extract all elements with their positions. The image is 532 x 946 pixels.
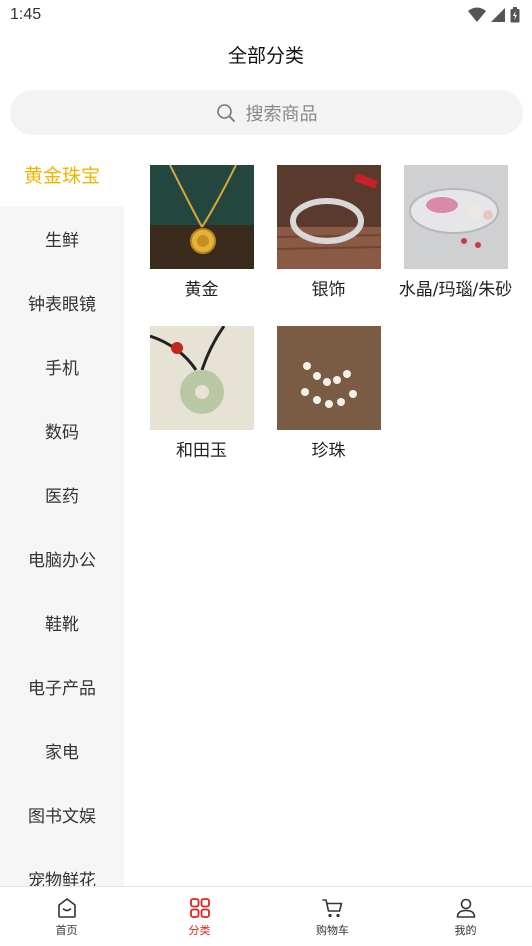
tab-label: 我的	[454, 923, 477, 937]
sidebar-item-shoes[interactable]: 鞋靴	[0, 590, 124, 654]
sidebar-item-gold-jewelry[interactable]: 黄金珠宝	[0, 142, 124, 206]
tab-category[interactable]: 分类	[133, 887, 266, 946]
status-icons	[468, 6, 520, 24]
subcategory-label: 珍珠	[311, 441, 346, 461]
page-title: 全部分类	[227, 44, 304, 67]
tab-cart[interactable]: 购物车	[266, 887, 399, 946]
tab-profile[interactable]: 我的	[399, 887, 532, 946]
profile-icon	[456, 898, 475, 918]
sidebar-item-label: 医药	[45, 486, 79, 507]
crystal-dish-image	[403, 165, 508, 269]
sidebar-item-label: 生鲜	[45, 230, 79, 251]
subcategory-label: 水晶/玛瑙/朱砂	[398, 280, 513, 300]
subcategory-silver[interactable]: 银饰	[265, 165, 392, 315]
tab-label: 分类	[188, 923, 211, 937]
subcategory-label: 银饰	[311, 280, 346, 300]
subcategory-hetian-jade[interactable]: 和田玉	[138, 326, 265, 476]
search-input[interactable]: 搜索商品	[10, 90, 523, 135]
sidebar-item-label: 手机	[45, 358, 79, 379]
wifi-icon	[468, 7, 486, 22]
tab-home[interactable]: 首页	[0, 887, 133, 946]
tab-label: 首页	[55, 923, 78, 937]
home-icon	[57, 897, 76, 918]
sidebar-item-label: 黄金珠宝	[23, 164, 100, 187]
gold-necklace-image	[149, 165, 254, 269]
subcategory-label: 黄金	[184, 280, 219, 300]
sidebar-item-label: 电子产品	[28, 678, 96, 699]
sidebar-item-digital[interactable]: 数码	[0, 398, 124, 462]
sidebar-item-books-media[interactable]: 图书文娱	[0, 782, 124, 846]
battery-icon	[510, 7, 520, 23]
subcategory-pearl[interactable]: 珍珠	[265, 326, 392, 476]
sidebar-item-label: 鞋靴	[45, 614, 79, 635]
sidebar-item-label: 数码	[45, 422, 79, 443]
cart-icon	[321, 898, 342, 917]
sidebar-item-label: 钟表眼镜	[28, 294, 96, 315]
status-bar: 1:45	[0, 0, 532, 30]
sidebar-item-label: 家电	[45, 742, 79, 763]
sidebar-item-medicine[interactable]: 医药	[0, 462, 124, 526]
subcategory-gold[interactable]: 黄金	[138, 165, 265, 315]
tab-label: 购物车	[316, 923, 349, 937]
title-bar: 全部分类	[0, 36, 532, 72]
sidebar-item-appliances[interactable]: 家电	[0, 718, 124, 782]
sidebar-item-phones[interactable]: 手机	[0, 334, 124, 398]
sidebar-item-watches-glasses[interactable]: 钟表眼镜	[0, 270, 124, 334]
silver-bracelet-image	[276, 165, 381, 269]
bottom-tab-bar: 首页 分类 购物车 我的	[0, 886, 532, 946]
category-content: 黄金 银饰 水晶/玛瑙/朱砂 和田玉 珍珠	[124, 142, 532, 886]
status-time: 1:45	[10, 6, 42, 23]
jade-pendant-image	[149, 326, 254, 430]
sidebar-item-label: 电脑办公	[28, 550, 96, 571]
sidebar-item-pets-flowers[interactable]: 宠物鲜花	[0, 846, 124, 887]
subcategory-crystal[interactable]: 水晶/玛瑙/朱砂	[392, 165, 519, 315]
search-placeholder: 搜索商品	[245, 103, 318, 125]
sidebar-item-label: 图书文娱	[28, 806, 96, 827]
sidebar-item-label: 宠物鲜花	[28, 870, 96, 887]
sidebar-item-fresh[interactable]: 生鲜	[0, 206, 124, 270]
sidebar-item-computers-office[interactable]: 电脑办公	[0, 526, 124, 590]
signal-icon	[491, 8, 505, 22]
sidebar-item-electronics[interactable]: 电子产品	[0, 654, 124, 718]
category-sidebar: 黄金珠宝 生鲜 钟表眼镜 手机 数码 医药 电脑办公 鞋靴 电子产品 家电 图书…	[0, 142, 124, 886]
subcategory-label: 和田玉	[176, 441, 227, 461]
pearl-necklace-image	[276, 326, 381, 430]
search-icon	[216, 103, 235, 122]
category-grid-icon	[189, 897, 210, 918]
